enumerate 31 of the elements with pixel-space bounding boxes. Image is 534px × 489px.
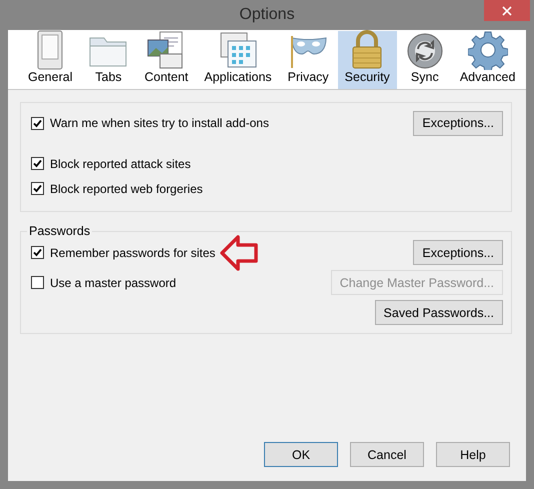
checkbox[interactable] xyxy=(31,182,44,195)
toolbar-tab[interactable]: Tabs xyxy=(81,31,136,89)
checkbox-label: Block reported web forgeries xyxy=(50,182,203,196)
toolbar-tab[interactable]: Applications xyxy=(197,31,279,89)
cancel-button[interactable]: Cancel xyxy=(350,442,424,467)
checkbox[interactable] xyxy=(31,116,44,130)
toolbar-tab[interactable]: Sync xyxy=(398,31,451,89)
checkbox-label: Block reported attack sites xyxy=(50,156,191,170)
toolbar-tab[interactable]: General xyxy=(21,31,80,89)
checkbox[interactable] xyxy=(31,246,44,259)
toolbar-tab[interactable]: Security xyxy=(338,31,397,89)
help-button[interactable]: Help xyxy=(436,442,510,467)
ok-button[interactable]: OK xyxy=(264,442,338,467)
checkbox-label: Warn me when sites try to install add-ons xyxy=(50,116,269,130)
checkbox-label: Remember passwords for sites xyxy=(50,246,216,260)
saved-passwords-button[interactable]: Saved Passwords... xyxy=(374,300,503,325)
exceptions-button[interactable]: Exceptions... xyxy=(413,110,503,136)
exceptions-button[interactable]: Exceptions... xyxy=(413,240,503,265)
checkbox[interactable] xyxy=(31,157,44,170)
checkbox-label: Use a master password xyxy=(50,276,176,290)
group-title: Passwords xyxy=(28,224,92,238)
checkbox[interactable] xyxy=(31,276,44,289)
toolbar-tab[interactable]: Content xyxy=(137,31,196,89)
padlock-icon xyxy=(350,30,384,70)
sync-icon xyxy=(406,32,444,70)
toolbar-tab[interactable]: Advanced xyxy=(452,31,522,89)
close-icon xyxy=(502,6,512,16)
arrow-annotation xyxy=(219,232,260,272)
close-button[interactable] xyxy=(484,0,530,21)
toolbar-tab[interactable]: Privacy xyxy=(280,31,336,89)
window-title: Options xyxy=(239,6,295,24)
